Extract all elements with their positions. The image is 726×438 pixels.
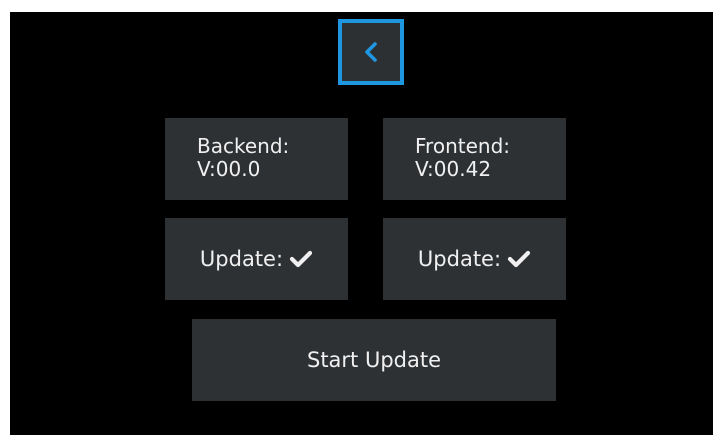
checkmark-icon [507, 249, 531, 269]
frontend-title: Frontend: [415, 134, 510, 158]
frontend-update-label: Update: [417, 247, 502, 271]
frontend-update-status: Update: [383, 218, 566, 300]
backend-update-status: Update: [165, 218, 348, 300]
update-screen: Backend: V:00.0 Frontend: V:00.42 Update… [10, 12, 713, 435]
chevron-left-icon [363, 41, 379, 63]
backend-version: V:00.0 [197, 157, 261, 181]
backend-title: Backend: [197, 134, 290, 158]
checkmark-icon [289, 249, 313, 269]
back-button[interactable] [338, 19, 404, 85]
frontend-version: V:00.42 [415, 157, 492, 181]
backend-update-label: Update: [199, 247, 284, 271]
backend-version-tile: Backend: V:00.0 [165, 118, 348, 200]
start-update-label: Start Update [306, 348, 442, 372]
start-update-button[interactable]: Start Update [192, 319, 556, 401]
frontend-version-tile: Frontend: V:00.42 [383, 118, 566, 200]
